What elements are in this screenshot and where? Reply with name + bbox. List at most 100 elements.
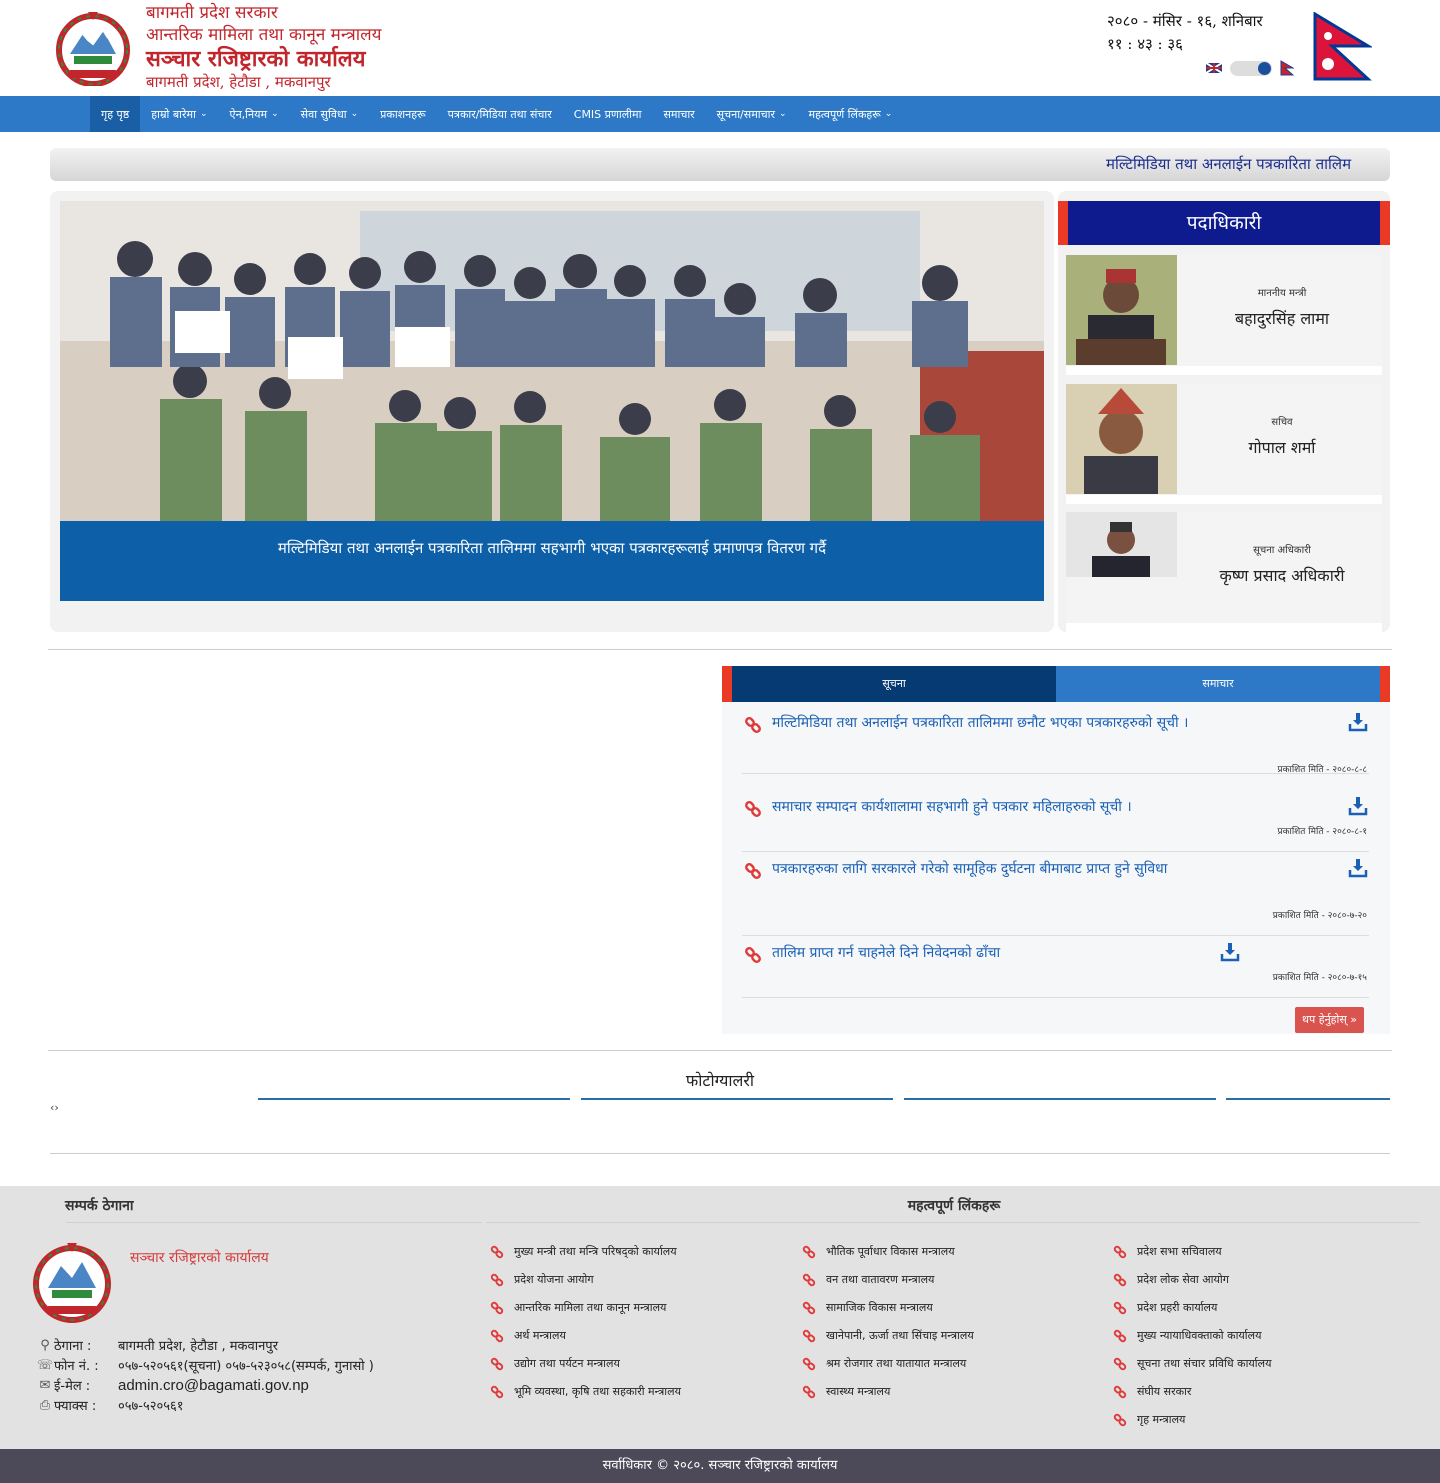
footer-link-label: अर्थ मन्त्रालय	[514, 1329, 566, 1342]
notice-title[interactable]: समाचार सम्पादन कार्यशालामा सहभागी हुने प…	[772, 796, 1332, 819]
chevron-down-icon: ⌄	[350, 109, 359, 119]
footer-link[interactable]: प्रदेश सभा सचिवालय	[1113, 1244, 1222, 1259]
download-icon[interactable]	[1348, 796, 1368, 816]
gallery-arrows[interactable]: ‹›	[50, 1101, 59, 1114]
download-icon[interactable]	[1220, 942, 1240, 962]
tab-notices[interactable]: सूचना	[732, 666, 1056, 702]
notice-item[interactable]: समाचार सम्पादन कार्यशालामा सहभागी हुने प…	[742, 790, 1369, 852]
link-icon	[802, 1245, 816, 1258]
nav-item-media[interactable]: पत्रकार/मिडिया तथा संचार	[437, 96, 563, 132]
nav-item-links[interactable]: महत्वपूर्ण लिंकहरू ⌄	[798, 96, 904, 132]
nav-label: ऐन,नियम	[229, 107, 268, 121]
footer-link[interactable]: आन्तरिक मामिला तथा कानून मन्त्रालय	[490, 1300, 666, 1315]
footer-heading-line	[486, 1222, 1420, 1223]
notice-date: प्रकाशित मिति - २०८०-७-१५	[1272, 973, 1367, 983]
link-icon	[802, 1273, 816, 1286]
footer-link-label: आन्तरिक मामिला तथा कानून मन्त्रालय	[514, 1301, 667, 1314]
link-icon	[802, 1385, 816, 1398]
notice-title[interactable]: तालिम प्राप्त गर्न चाहनेले दिने निवेदनको…	[772, 942, 1202, 965]
link-icon	[1113, 1329, 1127, 1342]
official-card[interactable]: माननीय मन्त्री बहादुरसिंह लामा	[1066, 255, 1382, 375]
notice-item[interactable]: मल्टिमिडिया तथा अनलाईन पत्रकारिता तालिमम…	[742, 706, 1369, 775]
nav-item-acts[interactable]: ऐन,नियम ⌄	[218, 96, 289, 132]
footer-link-label: श्रम रोजगार तथा यातायात मन्त्रालय	[826, 1357, 967, 1370]
current-time: ११ : ४३ : ३६	[1107, 35, 1183, 53]
footer-link[interactable]: भौतिक पूर्वाधार विकास मन्त्रालय	[802, 1244, 955, 1259]
footer-heading-line	[66, 1222, 482, 1223]
uk-flag-icon[interactable]	[1206, 63, 1222, 73]
nav-item-services[interactable]: सेवा सुविधा ⌄	[290, 96, 369, 132]
footer-link[interactable]: वन तथा वातावरण मन्त्रालय	[802, 1272, 934, 1287]
nav-item-about[interactable]: हाम्रो बारेमा ⌄	[140, 96, 218, 132]
officials-title: पदाधिकारी	[1058, 201, 1390, 245]
footer-link-label: भूमि व्यवस्था, कृषि तथा सहकारी मन्त्रालय	[514, 1385, 681, 1398]
footer-link[interactable]: प्रदेश प्रहरी कार्यालय	[1113, 1300, 1217, 1315]
nav-item-home[interactable]: गृह पृष्ठ	[90, 96, 141, 132]
footer-link[interactable]: उद्योग तथा पर्यटन मन्त्रालय	[490, 1356, 620, 1371]
footer-link-label: स्वास्थ्य मन्त्रालय	[826, 1385, 891, 1398]
footer-link[interactable]: प्रदेश योजना आयोग	[490, 1272, 594, 1287]
nav-label: महत्वपूर्ण लिंकहरू	[808, 107, 881, 121]
footer-link-label: प्रदेश प्रहरी कार्यालय	[1137, 1301, 1218, 1314]
nav-label: गृह पृष्ठ	[101, 107, 130, 121]
footer-link-label: मुख्य न्यायाधिवक्ताको कार्यालय	[1137, 1329, 1262, 1342]
tab-news[interactable]: समाचार	[1056, 666, 1380, 702]
footer-link[interactable]: प्रदेश लोक सेवा आयोग	[1113, 1272, 1229, 1287]
official-role: सूचना अधिकारी	[1253, 545, 1311, 556]
nav-item-publications[interactable]: प्रकाशनहरू	[369, 96, 437, 132]
footer-link-label: प्रदेश सभा सचिवालय	[1137, 1245, 1222, 1258]
gallery-item[interactable]	[581, 1098, 893, 1100]
link-icon	[1113, 1301, 1127, 1314]
footer-link[interactable]: सामाजिक विकास मन्त्रालय	[802, 1300, 933, 1315]
news-ticker[interactable]: मल्टिमिडिया तथा अनलाईन पत्रकारिता तालिम	[50, 148, 1390, 181]
notice-item[interactable]: तालिम प्राप्त गर्न चाहनेले दिने निवेदनको…	[742, 936, 1369, 998]
nepal-emblem-icon[interactable]	[48, 10, 138, 86]
official-role: माननीय मन्त्री	[1257, 288, 1307, 299]
link-icon	[745, 947, 761, 963]
footer-links-heading: महत्वपूर्ण लिंकहरू	[907, 1198, 1001, 1214]
footer-link[interactable]: मुख्य मन्त्री तथा मन्त्रि परिषद्को कार्य…	[490, 1244, 677, 1259]
official-card[interactable]: सचिव गोपाल शर्मा	[1066, 384, 1382, 504]
official-card[interactable]: सूचना अधिकारी कृष्ण प्रसाद अधिकारी	[1066, 512, 1382, 632]
nav-item-cmis[interactable]: CMIS प्रणालीमा	[563, 96, 653, 132]
gallery-item[interactable]	[1226, 1098, 1390, 1100]
footer-link[interactable]: मुख्य न्यायाधिवक्ताको कार्यालय	[1113, 1328, 1262, 1343]
official-photo	[1066, 384, 1177, 494]
view-more-button[interactable]: थप हेर्नुहोस् »	[1295, 1007, 1364, 1033]
notice-date: प्रकाशित मिति - २०८०-८-८	[1277, 765, 1367, 775]
footer-link[interactable]: भूमि व्यवस्था, कृषि तथा सहकारी मन्त्रालय	[490, 1384, 681, 1399]
official-name: बहादुरसिंह लामा	[1234, 309, 1330, 328]
footer-link[interactable]: संघीय सरकार	[1113, 1384, 1191, 1399]
nepali-date: २०८० - मंसिर - १६, शनिबार	[1107, 12, 1263, 30]
ticker-text[interactable]: मल्टिमिडिया तथा अनलाईन पत्रकारिता तालिम	[1106, 154, 1351, 174]
nav-item-notices[interactable]: सूचना/समाचार ⌄	[706, 96, 798, 132]
footer-link[interactable]: श्रम रोजगार तथा यातायात मन्त्रालय	[802, 1356, 966, 1371]
contact-value: ०५७-५२०५६१	[118, 1399, 184, 1414]
contact-address: ⚲ ठेगाना : बागमती प्रदेश, हेटौडा , मकवान…	[36, 1336, 279, 1355]
gallery-item[interactable]	[904, 1098, 1216, 1100]
notice-title[interactable]: मल्टिमिडिया तथा अनलाईन पत्रकारिता तालिमम…	[772, 712, 1202, 735]
footer-link[interactable]: खानेपानी, ऊर्जा तथा सिंचाइ मन्त्रालय	[802, 1328, 974, 1343]
download-icon[interactable]	[1348, 712, 1368, 732]
contact-value: बागमती प्रदेश, हेटौडा , मकवानपुर	[118, 1339, 279, 1354]
nepal-emblem-icon	[33, 1243, 111, 1323]
slide-photo[interactable]	[60, 201, 1044, 521]
footer-link[interactable]: सूचना तथा संचार प्रविधि कार्यालय	[1113, 1356, 1271, 1371]
footer-link-label: उद्योग तथा पर्यटन मन्त्रालय	[514, 1357, 620, 1370]
link-icon	[490, 1385, 504, 1398]
footer-link[interactable]: अर्थ मन्त्रालय	[490, 1328, 566, 1343]
contact-label: ठेगाना :	[54, 1339, 92, 1354]
footer-link[interactable]: गृह मन्त्रालय	[1113, 1412, 1185, 1427]
contact-email-link[interactable]: admin.cro@bagamati.gov.np	[118, 1377, 309, 1394]
footer-link-label: सामाजिक विकास मन्त्रालय	[826, 1301, 933, 1314]
download-icon[interactable]	[1348, 858, 1368, 878]
link-icon	[1113, 1245, 1127, 1258]
gallery-item[interactable]	[258, 1098, 570, 1100]
nav-item-news[interactable]: समाचार	[652, 96, 705, 132]
footer-link[interactable]: स्वास्थ्य मन्त्रालय	[802, 1384, 890, 1399]
nepal-flag-small-icon[interactable]	[1280, 60, 1294, 76]
link-icon	[1113, 1413, 1127, 1426]
notice-title[interactable]: पत्रकारहरुका लागि सरकारले गरेको सामूहिक …	[772, 858, 1202, 881]
language-toggle[interactable]	[1230, 60, 1272, 76]
notice-item[interactable]: पत्रकारहरुका लागि सरकारले गरेको सामूहिक …	[742, 852, 1369, 936]
